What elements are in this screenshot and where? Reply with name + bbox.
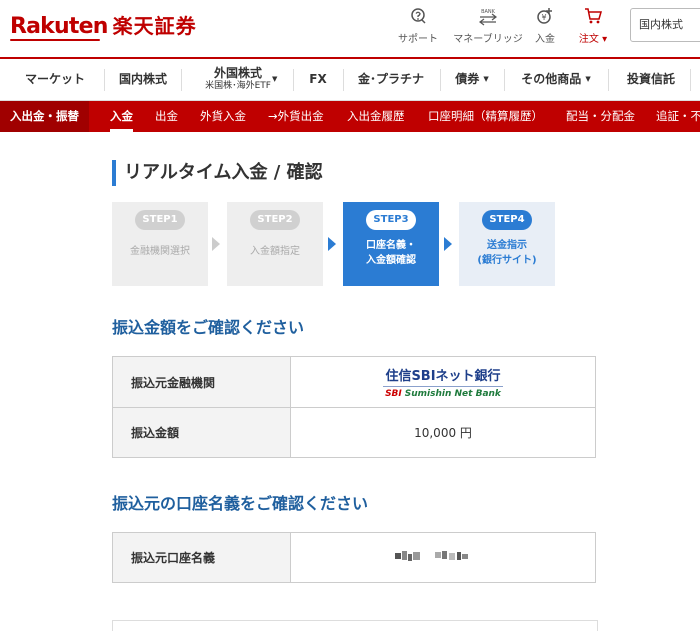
table-row: 振込金額 10,000 円 [112,407,596,458]
nav-divider [608,69,609,91]
sub-nav-deposit[interactable]: 入金 [110,101,133,132]
step-text: 口座名義・入金額確認 [343,238,439,268]
step-arrow-icon [212,237,220,251]
step-text-line2: (銀行サイト) [477,255,537,266]
svg-text:¥: ¥ [541,13,546,22]
account-holder-name [290,532,596,583]
nav-investment-trust-label: 投資信託 [626,71,675,86]
page-title: リアルタイム入金 / 確認 [112,160,323,186]
row-label: 振込元金融機関 [112,356,291,408]
step-text-line2: 入金額確認 [366,255,416,266]
next-section-box [112,620,598,631]
support-link[interactable]: サポート [396,6,440,45]
table-row: 振込元口座名義 [112,532,596,583]
row-label: 振込元口座名義 [112,532,291,583]
bank-logo: 住信SBIネット銀行 SBI Sumishin Net Bank [383,365,503,399]
nav-gold-platinum[interactable]: 金･プラチナ [348,59,434,100]
sub-nav-margin-call[interactable]: 追証・不 [656,101,700,132]
table-row: 振込元金融機関 住信SBIネット銀行 SBI Sumishin Net Bank [112,356,596,408]
nav-other-products-label: その他商品 [521,71,582,86]
chevron-down-icon: ▼ [585,75,591,84]
nav-market[interactable]: マーケット [12,59,98,100]
chevron-down-icon: ▼ [272,75,278,83]
deposit-label: 入金 [535,34,555,45]
bank-name-en-sbi: SBI [385,389,402,399]
nav-divider [181,69,182,91]
step-text-line1: 口座名義・ [366,240,416,251]
bank-name-jp: 住信SBIネット銀行 [383,365,503,387]
transfer-amount: 10,000 円 [290,407,596,458]
sub-nav-history[interactable]: 入出金履歴 [347,101,405,132]
nav-bonds[interactable]: 債券 ▼ [446,59,498,100]
bank-name-en: SBI Sumishin Net Bank [383,389,502,399]
nav-divider [343,69,344,91]
step-badge: STEP1 [135,210,185,230]
nav-bonds-label: 債券 [455,71,480,86]
deposit-link[interactable]: ¥ 入金 [530,6,560,45]
section-title-account-name: 振込元の口座名義をご確認ください [112,494,369,513]
chevron-down-icon: ▼ [483,75,489,84]
nav-divider [293,69,294,91]
search-placeholder: 国内株式 [639,18,683,31]
order-label: 注文 ▾ [578,34,608,45]
row-label: 振込金額 [112,407,291,458]
section-title-amount: 振込金額をご確認ください [112,318,305,337]
sub-nav-statement[interactable]: 口座明細（精算履歴） [428,101,543,132]
step-2: STEP2 入金額指定 [227,202,323,286]
step-text-line1: 送金指示 [487,240,527,251]
amount-table: 振込元金融機関 住信SBIネット銀行 SBI Sumishin Net Bank … [112,356,596,458]
order-link[interactable]: 注文 ▾ [574,6,612,45]
search-box[interactable]: 国内株式 [630,8,700,42]
site-header: Rakuten 楽天証券 サポート BANK マネーブリッジ ¥ 入金 注文 ▾… [0,0,700,56]
nav-fx-label: FX [309,71,327,86]
money-bridge-icon: BANK [452,6,524,30]
nav-foreign-stock-sub: 米国株･海外ETF [205,81,271,92]
main-nav: マーケット 国内株式 外国株式 米国株･海外ETF ▼ FX 金･プラチナ 債券… [0,57,700,101]
account-name-table: 振込元口座名義 [112,532,596,583]
bank-name-en-rest: Sumishin Net Bank [404,389,501,399]
step-3: STEP3 口座名義・入金額確認 [343,202,439,286]
nav-market-label: マーケット [24,71,85,86]
nav-investment-trust[interactable]: 投資信託 [616,59,686,100]
deposit-icon: ¥ [530,6,560,30]
nav-other-products[interactable]: その他商品 ▼ [510,59,602,100]
step-1: STEP1 金融機関選択 [112,202,208,286]
nav-domestic-stock[interactable]: 国内株式 [110,59,176,100]
step-badge: STEP3 [366,210,416,230]
step-arrow-icon [328,237,336,251]
support-label: サポート [398,34,438,45]
nav-divider [504,69,505,91]
nav-divider [104,69,105,91]
money-bridge-label: マネーブリッジ [453,34,523,45]
step-badge: STEP2 [250,210,300,230]
redacted-name-image [393,549,493,563]
money-bridge-link[interactable]: BANK マネーブリッジ [452,6,524,45]
nav-gold-platinum-label: 金･プラチナ [357,71,424,86]
sub-nav-fx-withdraw[interactable]: →外貨出金 [268,101,324,132]
nav-divider [440,69,441,91]
nav-foreign-stock-label: 外国株式 [213,66,262,81]
nav-fx[interactable]: FX [298,59,338,100]
step-text: 入金額指定 [250,246,300,257]
logo-text-jp: 楽天証券 [112,14,197,38]
row-value: 住信SBIネット銀行 SBI Sumishin Net Bank [290,356,596,408]
step-text: 送金指示 (銀行サイト) [459,238,555,268]
step-4: STEP4 送金指示 (銀行サイト) [459,202,555,286]
rakuten-logo[interactable]: Rakuten 楽天証券 [10,10,197,41]
sub-nav-fx-deposit[interactable]: 外貨入金 [200,101,246,132]
nav-domestic-stock-label: 国内株式 [118,71,167,86]
step-text: 金融機関選択 [130,246,190,257]
nav-divider [690,69,691,91]
sub-nav-dividend[interactable]: 配当・分配金 [566,101,635,132]
sub-nav-heading[interactable]: 入出金・振替 [0,101,89,132]
svg-text:BANK: BANK [481,9,496,15]
order-cart-icon [574,6,612,30]
step-badge: STEP4 [482,210,532,230]
logo-text-en: Rakuten [10,14,108,41]
sub-nav-withdraw[interactable]: 出金 [155,101,178,132]
step-arrow-icon [444,237,452,251]
support-icon [396,6,440,30]
sub-nav: 入出金・振替 入金 出金 外貨入金 →外貨出金 入出金履歴 口座明細（精算履歴）… [0,101,700,132]
